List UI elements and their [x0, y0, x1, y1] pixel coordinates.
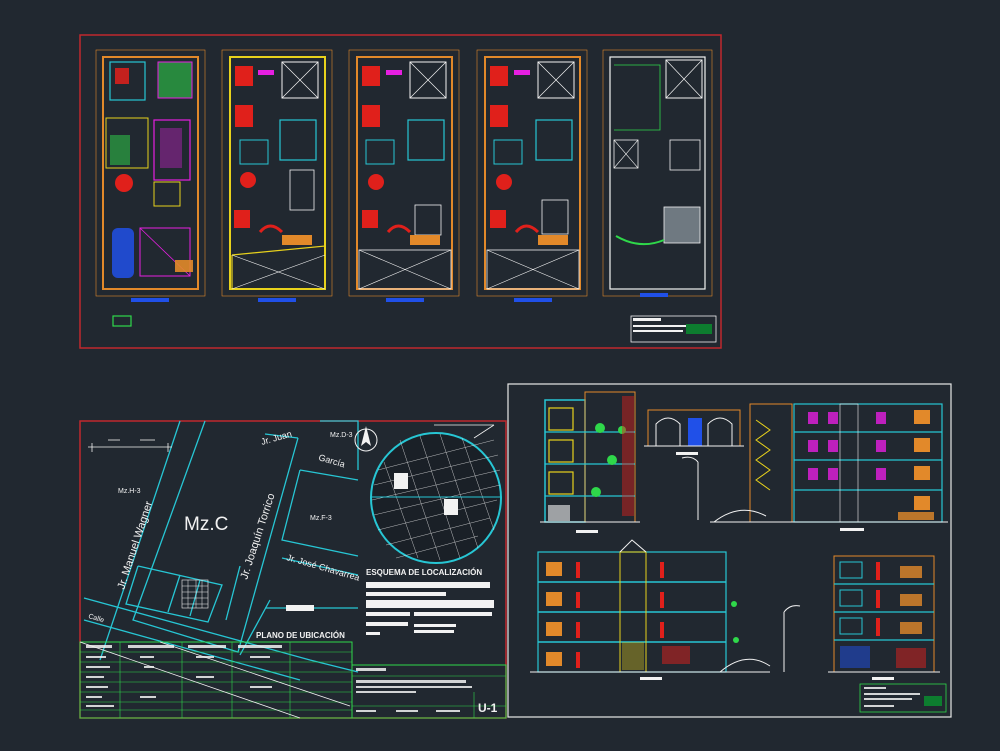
floor-plans-sheet — [79, 34, 722, 349]
plan-title-ubicacion: PLANO DE UBICACIÓN — [256, 631, 345, 640]
elevation-arched — [644, 409, 744, 447]
locality-map-circle — [370, 424, 502, 564]
location-map — [83, 420, 359, 681]
lot-label-left: Mz.H-3 — [118, 488, 141, 495]
floor-plan-3 — [348, 49, 460, 302]
elevations-sheet — [507, 383, 952, 718]
corner-label: Calle — [87, 613, 104, 624]
street-chavarrea: Jr. José Chavarrea — [285, 552, 360, 582]
floor-plans-title-block — [630, 315, 717, 343]
elevation-facade-left — [540, 391, 640, 523]
sheet-code: U-1 — [478, 701, 498, 715]
lot-label-right: Mz.F-3 — [310, 515, 332, 522]
elevation-side — [828, 555, 940, 673]
floor-plan-1 — [95, 49, 206, 327]
floor-plan-2 — [221, 49, 333, 302]
lot-label-top-right: Mz.D-3 — [330, 432, 353, 439]
area-table — [79, 641, 353, 719]
block-label-mzc: Mz.C — [184, 514, 228, 535]
floor-plan-4 — [476, 49, 588, 302]
elevations-sheet-border — [507, 383, 952, 718]
section-longitudinal — [530, 539, 801, 673]
locality-info-bars — [366, 582, 494, 635]
cad-drawing-canvas[interactable]: Mz.C Jr. Juan García Jr. Manuel Wagner J… — [0, 0, 1000, 751]
elevations-title-block — [859, 683, 947, 713]
street-juan-2: García — [317, 452, 346, 469]
location-title-block: U-1 — [351, 664, 507, 719]
location-sheet: Mz.C Jr. Juan García Jr. Manuel Wagner J… — [79, 420, 507, 719]
floor-plan-roof — [602, 49, 713, 297]
elevation-facade-right — [710, 403, 948, 523]
locality-title: ESQUEMA DE LOCALIZACIÓN — [366, 568, 482, 577]
street-torrico: Jr. Joaquín Torrico — [238, 492, 277, 581]
street-wagner: Jr. Manuel Wagner — [115, 499, 155, 590]
street-lamp-icon — [681, 456, 699, 520]
street-juan-1: Jr. Juan — [260, 429, 293, 447]
street-section-detail — [88, 439, 172, 452]
